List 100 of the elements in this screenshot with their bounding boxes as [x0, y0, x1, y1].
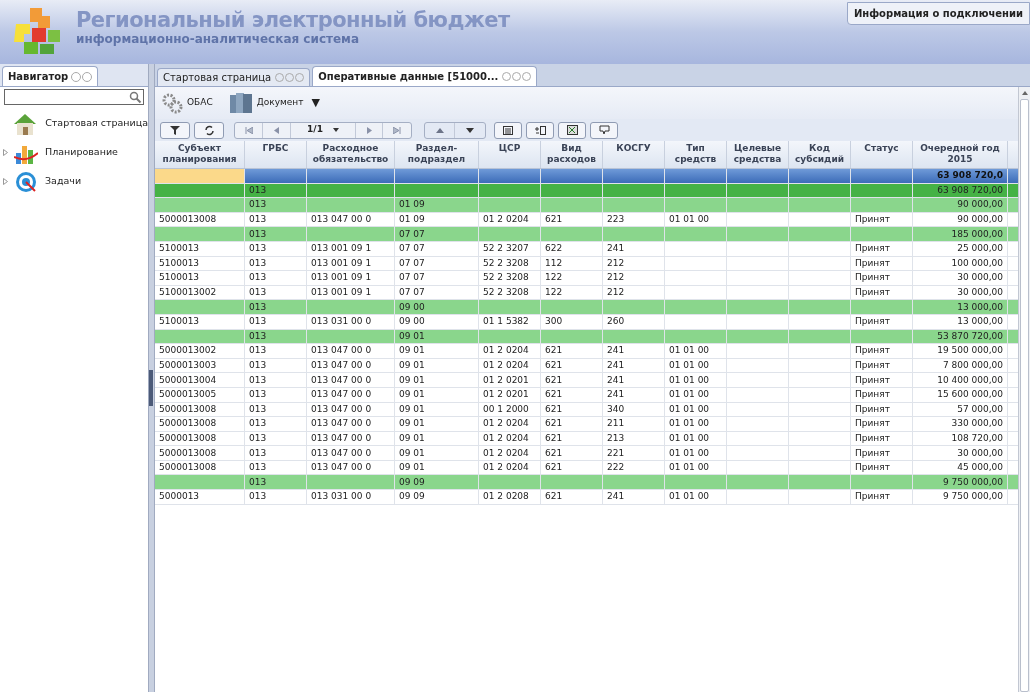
table-cell: 5000013008 [159, 447, 217, 459]
group-row[interactable]: 013 07 07 185 000,00 [155, 227, 1018, 242]
navigator-tab[interactable]: Навигатор [2, 66, 99, 86]
column-header[interactable]: Код субсидий [789, 143, 850, 168]
table-cell: 621 [545, 360, 563, 371]
table-cell: 013 047 00 0 [311, 389, 372, 401]
document-menu-button[interactable]: Документ ▼ [228, 91, 320, 115]
column-header[interactable]: Целевые средства [727, 143, 788, 168]
table-cell: 45 000,00 [957, 462, 1003, 474]
table-cell: 57 000,00 [957, 403, 1003, 415]
refresh-button[interactable] [194, 121, 224, 139]
column-header[interactable]: Статус [864, 143, 899, 168]
table-cell: 07 07 [399, 228, 425, 240]
column-header[interactable]: Вид расходов [541, 143, 602, 168]
table-cell: Принят [855, 491, 890, 503]
table-cell: 241 [607, 360, 625, 371]
spreadsheet-icon [566, 125, 578, 135]
table-row[interactable]: 5000013002 013 013 047 00 0 09 01 01 2 0204 621 241 01 01 00 Принят 19 500 000,00 [155, 344, 1018, 359]
connection-info-tab[interactable]: Информация о подключении [846, 2, 1030, 25]
move-up-icon[interactable] [435, 127, 444, 133]
search-icon[interactable] [129, 90, 142, 104]
table-cell: 013 [249, 345, 267, 357]
table-cell: 09 01 [399, 433, 425, 444]
table-cell: 013 [249, 360, 267, 371]
table-cell: 09 00 [399, 316, 425, 328]
group-row[interactable]: 013 09 09 9 750 000,00 [155, 475, 1018, 491]
table-cell: 013 [249, 491, 267, 503]
table-cell: 013 001 09 1 [311, 257, 372, 269]
scrollbar-thumb[interactable] [1020, 99, 1029, 692]
table-cell: 013 [249, 184, 267, 196]
column-header[interactable]: Очередной год 2015 [913, 143, 1007, 168]
table-cell: 013 [249, 199, 267, 211]
last-page-icon[interactable] [393, 126, 401, 134]
table-cell: 07 07 [399, 287, 425, 299]
expand-arrow-icon[interactable] [0, 178, 10, 185]
table-cell: 260 [607, 316, 625, 328]
obas-button[interactable]: ОБАС [161, 92, 213, 114]
table-cell: 013 047 00 0 [311, 345, 372, 357]
table-cell: 212 [607, 257, 625, 269]
table-cell: 07 07 [399, 272, 425, 284]
comment-button[interactable] [590, 121, 618, 139]
document-tab[interactable]: Оперативные данные [51000... [312, 66, 538, 86]
table-cell: 621 [545, 403, 563, 415]
table-cell: 013 [249, 476, 267, 488]
table-cell: 10 400 000,00 [937, 374, 1003, 386]
table-cell: Принят [855, 418, 890, 430]
column-header[interactable]: Расходное обязательство [307, 143, 394, 168]
previous-page-icon[interactable] [274, 126, 279, 134]
table-row[interactable]: 5000013008 013 013 047 00 0 09 01 01 2 0204 621 221 01 01 00 Принят 30 000,00 [155, 446, 1018, 461]
splitter-handle[interactable] [148, 64, 155, 692]
navigator-item[interactable]: Стартовая страница [45, 116, 148, 131]
group-row[interactable]: 013 01 09 90 000,00 [155, 198, 1018, 213]
column-header[interactable]: КОСГУ [616, 143, 651, 168]
column-header[interactable]: Раздел-подраздел [395, 143, 478, 168]
table-cell: 13 000,00 [957, 316, 1003, 328]
scroll-up-icon[interactable] [1021, 91, 1028, 95]
column-header[interactable]: Тип средств [665, 143, 726, 168]
table-cell: 211 [607, 418, 625, 430]
table-cell: 013 [249, 330, 267, 342]
navigator-item[interactable]: Задачи [45, 174, 82, 189]
table-cell: 013 [249, 272, 267, 284]
table-row[interactable]: 5100013 013 013 001 09 1 07 07 52 2 3208 122 212 Принят 30 000,00 [155, 271, 1018, 286]
add-row-button[interactable] [526, 121, 554, 139]
table-cell: 5100013 [159, 257, 200, 269]
columns-button[interactable] [494, 121, 522, 139]
move-down-icon[interactable] [466, 127, 474, 133]
refresh-icon [203, 124, 215, 136]
navigator-search-field[interactable] [4, 89, 144, 105]
group-row[interactable]: 63 908 720,0 [155, 169, 1018, 184]
table-cell: 013 [249, 403, 267, 415]
expand-arrow-icon[interactable] [0, 149, 10, 156]
navigator-item[interactable]: Планирование [45, 145, 118, 160]
table-cell: 09 09 [399, 491, 425, 503]
table-cell: 30 000,00 [957, 272, 1003, 284]
export-button[interactable] [558, 121, 586, 139]
table-row[interactable]: 5000013004 013 013 047 00 0 09 01 01 2 0201 621 241 01 01 00 Принят 10 400 000,00 [155, 373, 1018, 388]
vertical-scrollbar[interactable] [1018, 87, 1030, 692]
next-page-icon[interactable] [366, 126, 372, 134]
table-cell: 52 2 3208 [483, 272, 529, 284]
table-cell: 013 [249, 214, 267, 226]
column-header[interactable]: ЦСР [498, 143, 521, 168]
column-header[interactable]: Субъект планирования [155, 143, 244, 168]
table-cell: 01 01 00 [669, 345, 710, 357]
first-page-icon[interactable] [244, 126, 253, 134]
column-header[interactable]: ГРБС [262, 143, 289, 168]
table-cell: 100 000,00 [951, 257, 1003, 269]
filter-button[interactable] [160, 121, 190, 139]
table-cell: 621 [545, 389, 563, 401]
table-cell: Принят [855, 214, 890, 226]
group-row[interactable]: 013 09 00 13 000,00 [155, 300, 1018, 315]
page-select[interactable]: 1/1 [291, 122, 355, 138]
table-row[interactable]: 5000013 013 013 031 00 0 09 09 01 2 0208 621 241 01 01 00 Принят 9 750 000,00 [155, 490, 1018, 505]
table-cell: 53 870 720,00 [937, 330, 1003, 342]
document-tab[interactable]: Стартовая страница [157, 68, 311, 86]
table-cell: 01 01 00 [669, 491, 710, 503]
table-cell: 223 [607, 214, 625, 226]
table-cell: 5100013 [159, 272, 200, 284]
table-row[interactable]: 5000013008 013 013 047 00 0 09 01 01 2 0204 621 211 01 01 00 Принят 330 000,00 [155, 417, 1018, 432]
table-cell: 5000013003 [159, 360, 217, 371]
table-cell: Принят [855, 433, 890, 444]
